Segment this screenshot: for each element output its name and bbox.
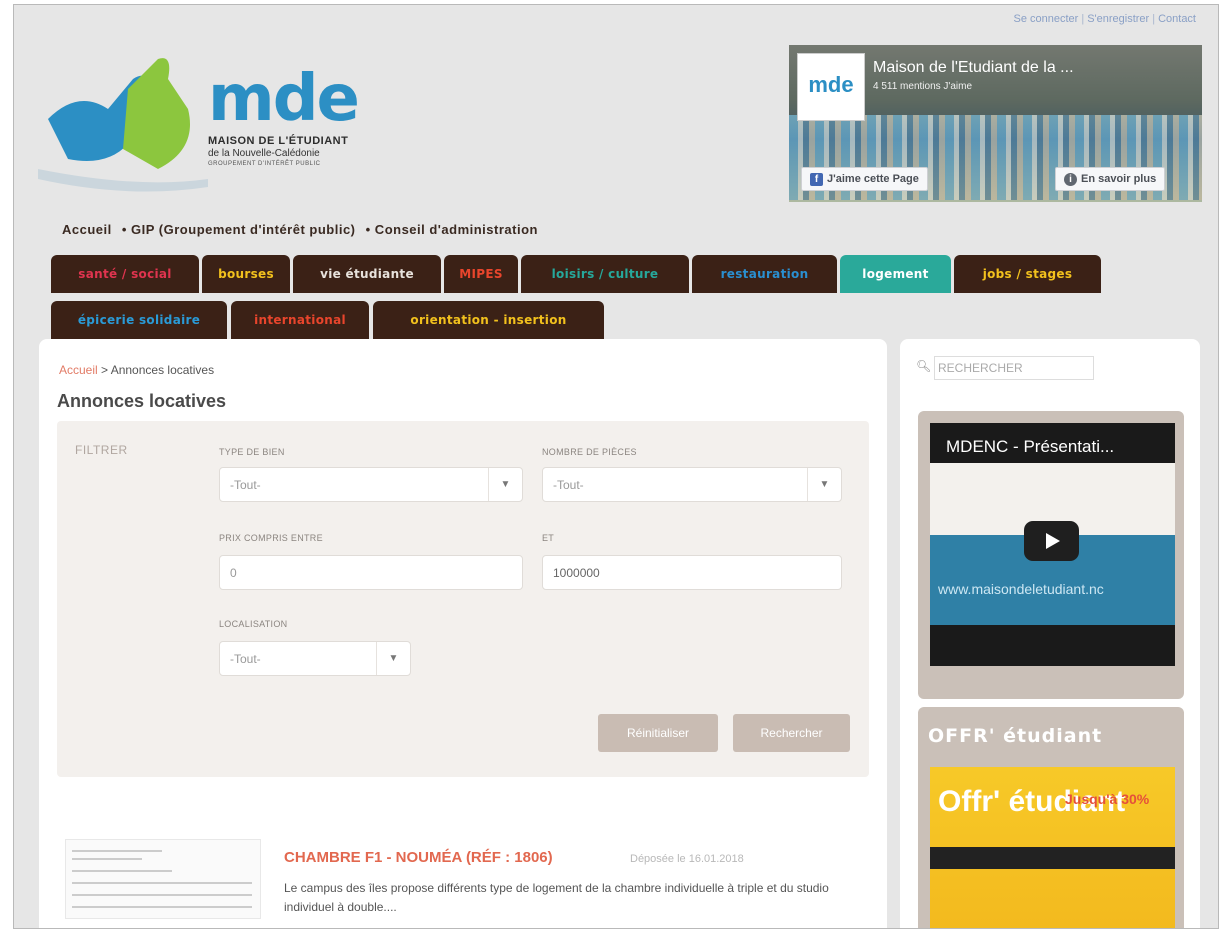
nav-board[interactable]: • Conseil d'administration [366, 222, 538, 237]
breadcrumb-home[interactable]: Accueil [59, 363, 98, 377]
tab-vie-etudiante[interactable]: vie étudiante [293, 255, 441, 293]
property-type-select[interactable]: -Tout- ▼ [219, 467, 523, 502]
tab-sante-social[interactable]: santé / social [51, 255, 199, 293]
primary-nav: Accueil • GIP (Groupement d'intérêt publ… [62, 222, 544, 237]
fb-like-button[interactable]: f J'aime cette Page [801, 167, 928, 191]
site-logo[interactable]: mde MAISON DE L'ÉTUDIANT de la Nouvelle-… [38, 49, 388, 199]
tab-orientation-insertion[interactable]: orientation - insertion [373, 301, 604, 339]
search-icon: 🔍︎ [916, 359, 932, 373]
facebook-icon: f [810, 173, 823, 186]
logo-line-1: MAISON DE L'ÉTUDIANT [208, 135, 349, 147]
top-links: Se connecter | S'enregistrer | Contact [1013, 13, 1196, 25]
tab-jobs-stages[interactable]: jobs / stages [954, 255, 1101, 293]
rooms-label: NOMBRE DE PIÈCES [542, 447, 637, 457]
video-title[interactable]: MDENC - Présentati... [946, 437, 1114, 457]
logo-brand: mde [208, 62, 360, 136]
filter-panel: FILTRER TYPE DE BIEN -Tout- ▼ NOMBRE DE … [57, 421, 869, 777]
listing-description: Le campus des îles propose différents ty… [284, 881, 829, 914]
location-select[interactable]: -Tout- ▼ [219, 641, 411, 676]
price-min-label: PRIX COMPRIS ENTRE [219, 533, 323, 543]
facebook-widget[interactable]: mde Maison de l'Etudiant de la ... 4 511… [789, 45, 1202, 202]
info-icon: i [1064, 173, 1077, 186]
main-content: Accueil > Annonces locatives Annonces lo… [39, 339, 887, 928]
chevron-down-icon: ▼ [807, 468, 841, 501]
listing-date: Déposée le 16.01.2018 [630, 853, 744, 865]
register-link[interactable]: S'enregistrer [1087, 13, 1149, 25]
price-max-label: ET [542, 533, 555, 543]
sidebar: 🔍︎ RECHERCHER MDENC - Présentati... www.… [900, 339, 1200, 928]
offer-title: OFFR' étudiant [928, 725, 1103, 747]
fb-page-name[interactable]: Maison de l'Etudiant de la ... [873, 59, 1074, 77]
tab-restauration[interactable]: restauration [692, 255, 837, 293]
tab-international[interactable]: international [231, 301, 369, 339]
price-min-input[interactable]: 0 [219, 555, 523, 590]
nav-gip[interactable]: • GIP (Groupement d'intérêt public) [122, 222, 356, 237]
location-label: LOCALISATION [219, 619, 288, 629]
chevron-down-icon: ▼ [488, 468, 522, 501]
breadcrumb: Accueil > Annonces locatives [59, 363, 215, 377]
students-logo-icon [38, 58, 208, 192]
contact-link[interactable]: Contact [1158, 13, 1196, 25]
logo-line-3: GROUPEMENT D'INTÉRÊT PUBLIC [208, 161, 321, 167]
search-input[interactable]: RECHERCHER [934, 356, 1094, 380]
chevron-down-icon: ▼ [376, 642, 410, 675]
tab-mipes[interactable]: MIPES [444, 255, 518, 293]
filter-label: FILTRER [75, 443, 128, 457]
offer-box: OFFR' étudiant Offr' étudiant Jusqu'à 30… [918, 707, 1184, 928]
listing-thumbnail[interactable] [65, 839, 261, 919]
fb-more-button[interactable]: i En savoir plus [1055, 167, 1166, 191]
video-box: MDENC - Présentati... www.maisondeletudi… [918, 411, 1184, 699]
tab-logement[interactable]: logement [840, 255, 951, 293]
logo-line-2: de la Nouvelle-Calédonie [208, 148, 320, 159]
video-url-text: www.maisondeletudiant.nc [938, 581, 1104, 597]
nav-home[interactable]: Accueil [62, 222, 112, 237]
rooms-select[interactable]: -Tout- ▼ [542, 467, 842, 502]
listing-item[interactable]: CHAMBRE F1 - NOUMÉA (RÉF : 1806) Déposée… [57, 839, 869, 928]
video-player[interactable]: MDENC - Présentati... www.maisondeletudi… [930, 423, 1175, 666]
tab-epicerie-solidaire[interactable]: épicerie solidaire [51, 301, 227, 339]
breadcrumb-current: Annonces locatives [110, 363, 215, 377]
price-max-input[interactable]: 1000000 [542, 555, 842, 590]
sidebar-search: 🔍︎ RECHERCHER [916, 356, 1094, 380]
login-link[interactable]: Se connecter [1014, 13, 1079, 25]
reset-button[interactable]: Réinitialiser [598, 714, 718, 752]
tab-loisirs-culture[interactable]: loisirs / culture [521, 255, 689, 293]
offer-banner[interactable]: Offr' étudiant Jusqu'à 30% [930, 767, 1175, 928]
tab-bourses[interactable]: bourses [202, 255, 290, 293]
listing-title[interactable]: CHAMBRE F1 - NOUMÉA (RÉF : 1806) [284, 849, 553, 866]
play-icon[interactable] [1024, 521, 1079, 561]
fb-likes-count: 4 511 mentions J'aime [873, 81, 972, 92]
offer-discount: Jusqu'à 30% [1065, 791, 1150, 807]
property-type-label: TYPE DE BIEN [219, 447, 285, 457]
search-button[interactable]: Rechercher [733, 714, 850, 752]
browser-page: Se connecter | S'enregistrer | Contact mde M… [13, 4, 1219, 929]
page-thumbnail[interactable]: mde [797, 53, 865, 121]
page-title: Annonces locatives [57, 391, 227, 411]
